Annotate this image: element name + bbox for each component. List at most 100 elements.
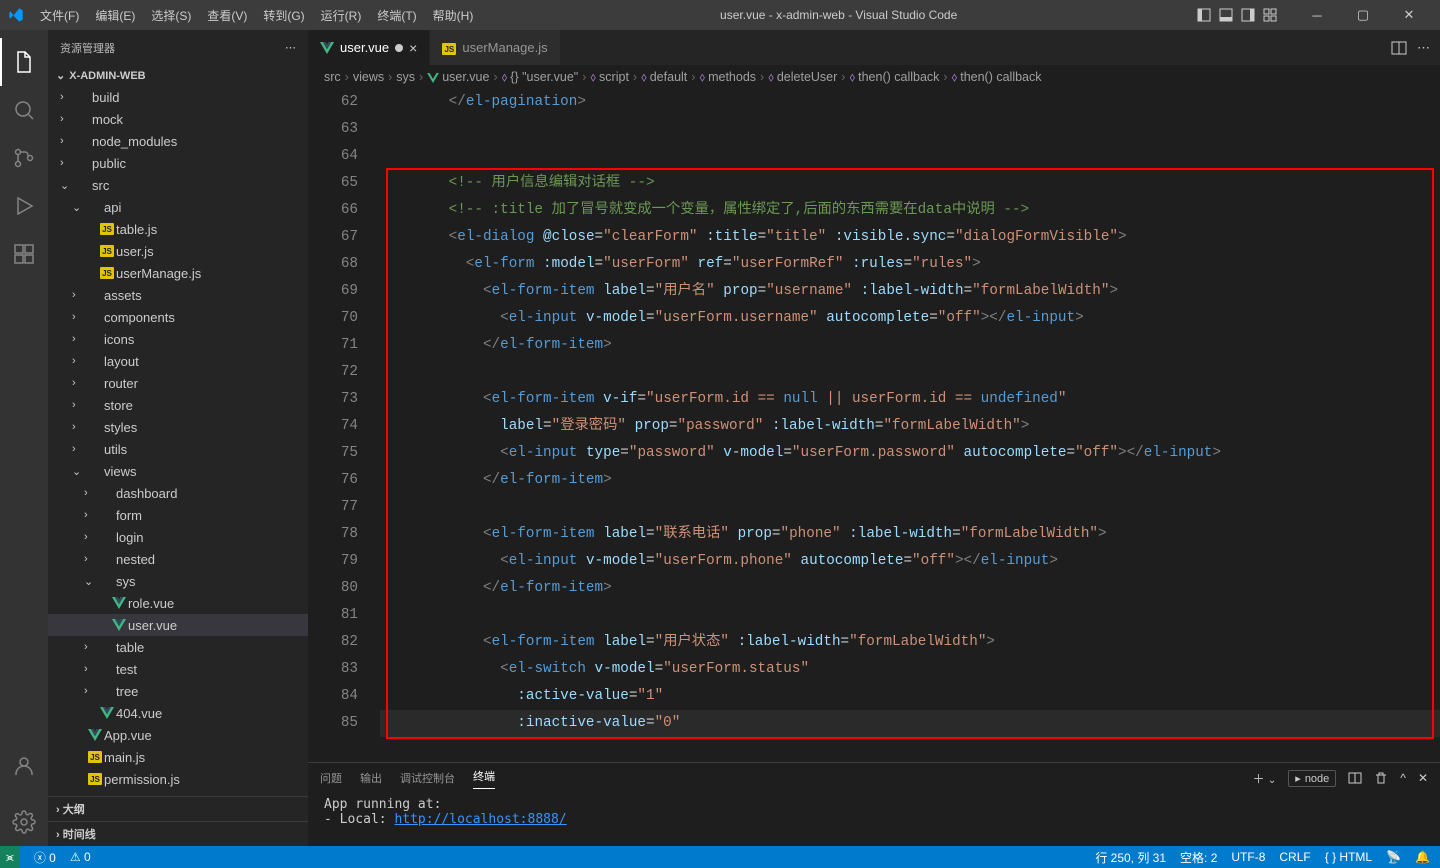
source-control-icon[interactable] — [0, 134, 48, 182]
minimize-button[interactable]: ─ — [1294, 0, 1340, 30]
cursor-position[interactable]: 行 250, 列 31 — [1095, 849, 1166, 866]
code-line[interactable]: <el-form-item v-if="userForm.id == null … — [380, 386, 1440, 413]
panel-tab[interactable]: 问题 — [320, 770, 342, 786]
extensions-icon[interactable] — [0, 230, 48, 278]
menu-item[interactable]: 运行(R) — [313, 7, 370, 24]
code-line[interactable] — [380, 602, 1440, 629]
folder-item[interactable]: ›components — [48, 306, 308, 328]
breadcrumb-item[interactable]: ⬨deleteUser — [768, 70, 837, 85]
breadcrumb-item[interactable]: ⬨then() callback — [849, 70, 939, 85]
warnings-count[interactable]: ⚠ 0 — [70, 850, 91, 864]
trash-icon[interactable] — [1374, 771, 1388, 785]
breadcrumb-item[interactable]: ⬨{} "user.vue" — [502, 70, 579, 85]
code-line[interactable]: <el-form-item label="用户状态" :label-width=… — [380, 629, 1440, 656]
folder-item[interactable]: ⌄api — [48, 196, 308, 218]
new-terminal-icon[interactable]: ＋ ⌄ — [1253, 770, 1277, 787]
code-editor[interactable]: 6263646566676869707172737475767778798081… — [308, 89, 1440, 762]
code-line[interactable]: :inactive-value="0" — [380, 710, 1440, 737]
split-editor-icon[interactable] — [1391, 40, 1407, 56]
file-item[interactable]: 404.vue — [48, 702, 308, 724]
folder-item[interactable]: ›icons — [48, 328, 308, 350]
code-line[interactable]: </el-form-item> — [380, 575, 1440, 602]
panel-tab[interactable]: 调试控制台 — [400, 770, 455, 786]
close-panel-icon[interactable]: ✕ — [1418, 771, 1428, 785]
file-item[interactable]: App.vue — [48, 724, 308, 746]
code-line[interactable]: <el-form-item label="用户名" prop="username… — [380, 278, 1440, 305]
sidebar-more-icon[interactable]: ⋯ — [285, 41, 296, 54]
breadcrumb-item[interactable]: sys — [396, 70, 415, 84]
code-line[interactable]: <el-dialog @close="clearForm" :title="ti… — [380, 224, 1440, 251]
code-line[interactable]: </el-form-item> — [380, 332, 1440, 359]
code-line[interactable] — [380, 143, 1440, 170]
code-line[interactable]: <el-switch v-model="userForm.status" — [380, 656, 1440, 683]
folder-item[interactable]: ›node_modules — [48, 130, 308, 152]
terminal-shell-label[interactable]: ▸node — [1288, 770, 1336, 787]
folder-item[interactable]: ›dashboard — [48, 482, 308, 504]
folder-item[interactable]: ⌄sys — [48, 570, 308, 592]
layout-right-icon[interactable] — [1240, 7, 1256, 23]
maximize-panel-icon[interactable]: ^ — [1400, 771, 1406, 785]
indentation[interactable]: 空格: 2 — [1180, 849, 1217, 866]
folder-item[interactable]: ›table — [48, 636, 308, 658]
eol[interactable]: CRLF — [1279, 850, 1310, 864]
breadcrumb-item[interactable]: ⬨script — [590, 70, 629, 85]
file-item[interactable]: JSmain.js — [48, 746, 308, 768]
breadcrumb-item[interactable]: ⬨then() callback — [952, 70, 1042, 85]
layout-left-icon[interactable] — [1196, 7, 1212, 23]
code-line[interactable] — [380, 116, 1440, 143]
menu-item[interactable]: 查看(V) — [199, 7, 255, 24]
folder-item[interactable]: ⌄views — [48, 460, 308, 482]
code-line[interactable]: <el-input type="password" v-model="userF… — [380, 440, 1440, 467]
close-window-button[interactable]: ✕ — [1386, 0, 1432, 30]
code-line[interactable]: :active-value="1" — [380, 683, 1440, 710]
breadcrumb-item[interactable]: ⬨default — [641, 70, 687, 85]
code-line[interactable]: <el-input v-model="userForm.username" au… — [380, 305, 1440, 332]
folder-item[interactable]: ›utils — [48, 438, 308, 460]
menu-item[interactable]: 选择(S) — [143, 7, 199, 24]
menu-item[interactable]: 帮助(H) — [425, 7, 482, 24]
settings-gear-icon[interactable] — [0, 798, 48, 846]
notifications-icon[interactable]: 🔔 — [1415, 850, 1430, 864]
folder-item[interactable]: ›assets — [48, 284, 308, 306]
project-title[interactable]: ⌄ X-ADMIN-WEB — [48, 67, 308, 84]
local-url-link[interactable]: http://localhost:8888/ — [394, 812, 566, 827]
folder-item[interactable]: ›nested — [48, 548, 308, 570]
layout-customize-icon[interactable] — [1262, 7, 1278, 23]
language-mode[interactable]: { } HTML — [1325, 850, 1372, 864]
folder-item[interactable]: ›build — [48, 86, 308, 108]
layout-bottom-icon[interactable] — [1218, 7, 1234, 23]
folder-item[interactable]: ›tree — [48, 680, 308, 702]
code-content[interactable]: </el-pagination> <!-- 用户信息编辑对话框 --> <!--… — [380, 89, 1440, 762]
menu-item[interactable]: 文件(F) — [32, 7, 87, 24]
folder-item[interactable]: ›router — [48, 372, 308, 394]
code-line[interactable]: <!-- :title 加了冒号就变成一个变量，属性绑定了,后面的东西需要在da… — [380, 197, 1440, 224]
folder-item[interactable]: ⌄src — [48, 174, 308, 196]
feedback-icon[interactable]: 📡 — [1386, 850, 1401, 864]
file-item[interactable]: role.vue — [48, 592, 308, 614]
folder-item[interactable]: ›login — [48, 526, 308, 548]
remote-icon[interactable]: ⪤ — [0, 846, 20, 868]
close-tab-icon[interactable]: × — [409, 40, 417, 56]
breadcrumb-item[interactable]: ⬨methods — [699, 70, 756, 85]
panel-tab[interactable]: 终端 — [473, 768, 495, 789]
breadcrumbs[interactable]: src›views›sys›user.vue›⬨{} "user.vue"›⬨s… — [308, 65, 1440, 89]
file-item[interactable]: JSuser.js — [48, 240, 308, 262]
search-icon[interactable] — [0, 86, 48, 134]
file-item[interactable]: user.vue — [48, 614, 308, 636]
code-line[interactable]: <el-form-item label="联系电话" prop="phone" … — [380, 521, 1440, 548]
breadcrumb-item[interactable]: views — [353, 70, 384, 84]
more-actions-icon[interactable]: ⋯ — [1417, 40, 1430, 56]
code-line[interactable] — [380, 494, 1440, 521]
breadcrumb-item[interactable]: user.vue — [427, 70, 489, 84]
encoding[interactable]: UTF-8 — [1231, 850, 1265, 864]
editor-tab[interactable]: user.vue× — [308, 30, 430, 65]
timeline-section[interactable]: › 时间线 — [48, 821, 308, 846]
split-terminal-icon[interactable] — [1348, 771, 1362, 785]
code-line[interactable]: </el-form-item> — [380, 467, 1440, 494]
maximize-button[interactable]: ▢ — [1340, 0, 1386, 30]
code-line[interactable]: <el-form :model="userForm" ref="userForm… — [380, 251, 1440, 278]
accounts-icon[interactable] — [0, 742, 48, 790]
errors-count[interactable]: ⓧ 0 — [34, 849, 56, 866]
code-line[interactable]: label="登录密码" prop="password" :label-widt… — [380, 413, 1440, 440]
folder-item[interactable]: ›public — [48, 152, 308, 174]
